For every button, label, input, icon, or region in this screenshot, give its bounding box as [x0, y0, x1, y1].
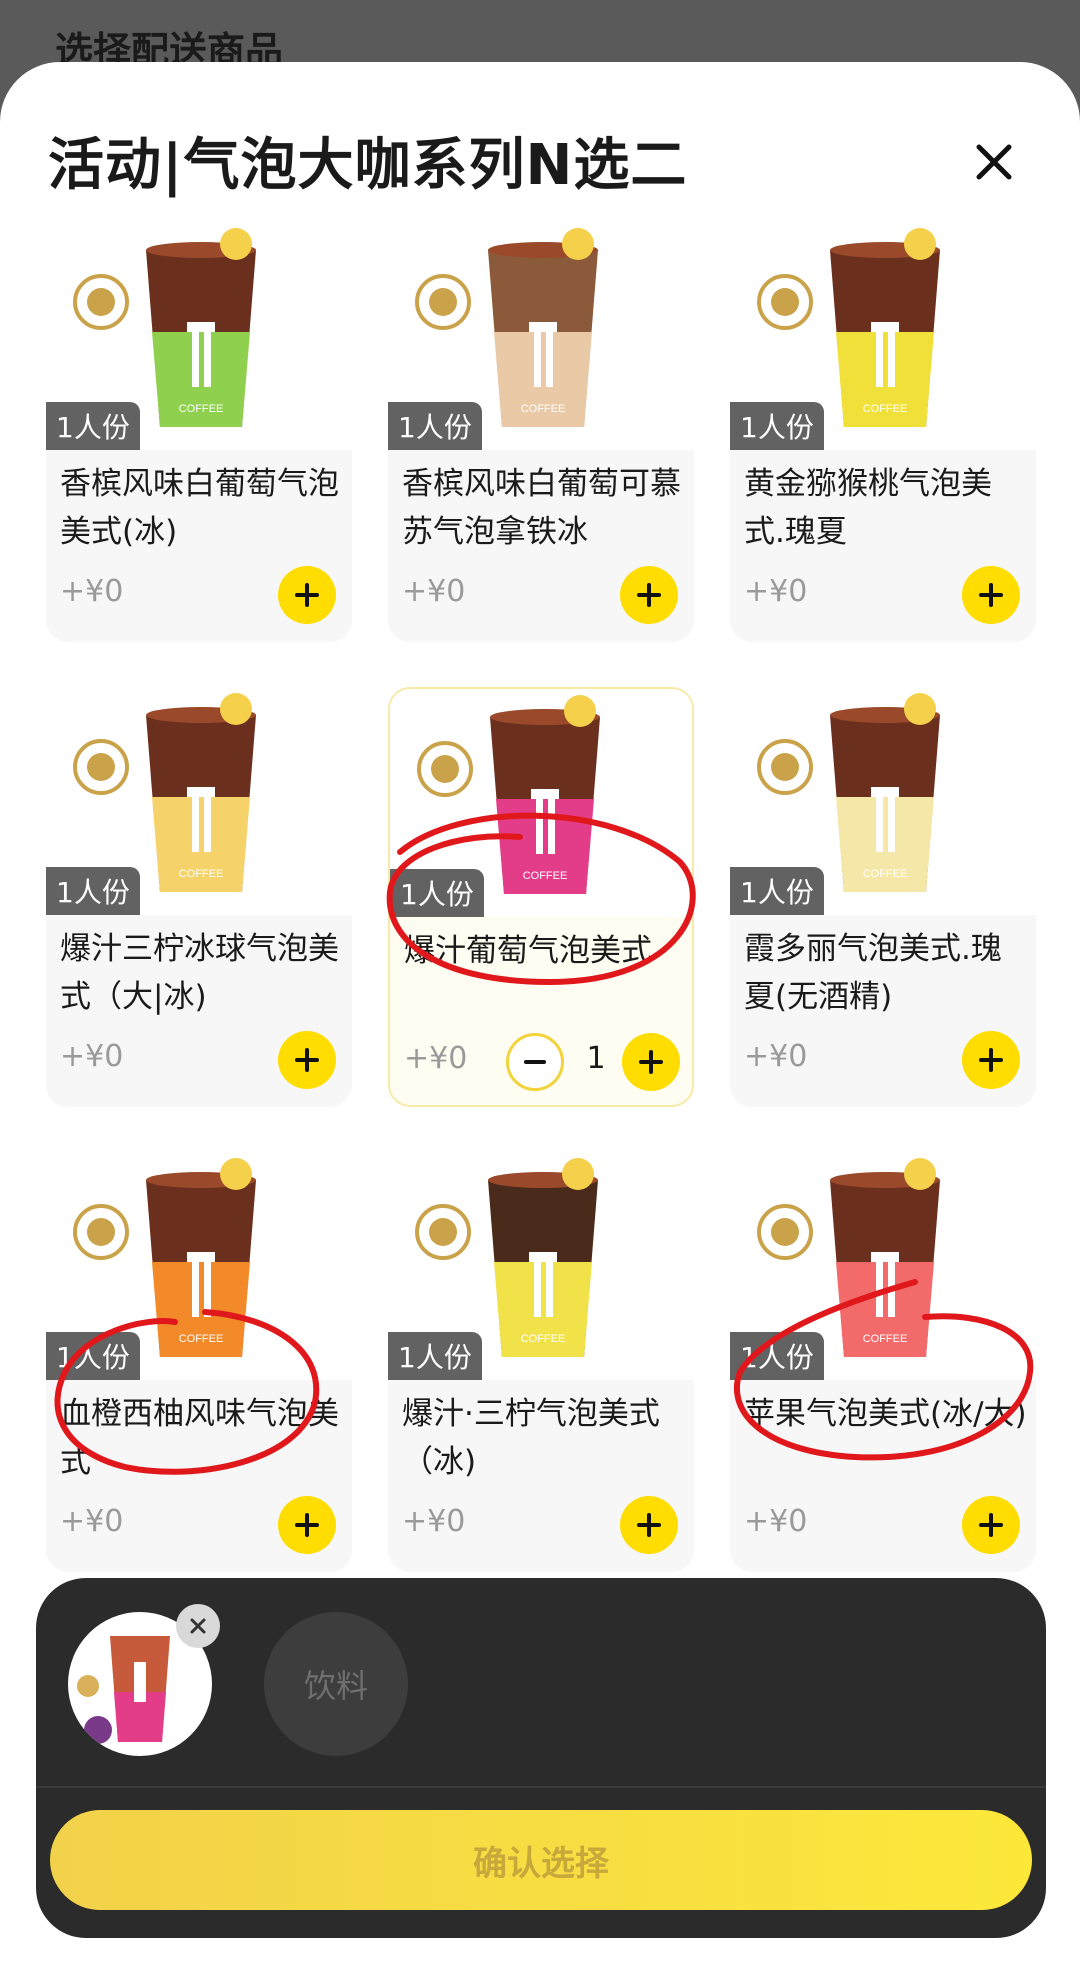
product-price: +¥0 [60, 1039, 124, 1074]
product-card[interactable]: COFFEE 1人份 霞多丽气泡美式.瑰夏(无酒精) +¥0 [730, 687, 1036, 1107]
add-to-selection-button[interactable] [278, 1031, 336, 1089]
product-price: +¥0 [60, 1504, 124, 1539]
serving-badge: 1人份 [46, 867, 140, 915]
plus-icon [637, 583, 661, 607]
product-card[interactable]: COFFEE 1人份 爆汁葡萄气泡美式 +¥0 1 [388, 687, 694, 1107]
serving-badge: 1人份 [388, 402, 482, 450]
close-icon [976, 144, 1012, 180]
product-card[interactable]: COFFEE 1人份 爆汁三柠冰球气泡美式（大|冰) +¥0 [46, 687, 352, 1107]
svg-text:COFFEE: COFFEE [863, 403, 908, 415]
product-card[interactable]: COFFEE 1人份 香槟风味白葡萄气泡美式(冰) +¥0 [46, 222, 352, 642]
plus-icon [979, 1048, 1003, 1072]
product-name: 霞多丽气泡美式.瑰夏(无酒精) [744, 931, 1002, 1015]
svg-text:COFFEE: COFFEE [179, 1333, 224, 1345]
add-to-selection-button[interactable] [278, 1496, 336, 1554]
product-card[interactable]: COFFEE 1人份 黄金猕猴桃气泡美式.瑰夏 +¥0 [730, 222, 1036, 642]
add-to-selection-button[interactable] [620, 566, 678, 624]
serving-badge: 1人份 [730, 402, 824, 450]
selection-bar: 饮料 确认选择 [36, 1578, 1046, 1938]
plus-icon [637, 1513, 661, 1537]
serving-badge: 1人份 [730, 867, 824, 915]
product-name: 爆汁葡萄气泡美式 [404, 933, 652, 969]
add-to-selection-button[interactable] [962, 1496, 1020, 1554]
product-price: +¥0 [744, 574, 808, 609]
svg-text:COFFEE: COFFEE [863, 1333, 908, 1345]
product-price: +¥0 [744, 1504, 808, 1539]
product-price: +¥0 [744, 1039, 808, 1074]
product-price: +¥0 [404, 1041, 468, 1076]
add-to-selection-button[interactable] [622, 1033, 680, 1091]
svg-text:COFFEE: COFFEE [863, 868, 908, 880]
sheet-title: 活动|气泡大咖系列N选二 [48, 133, 688, 198]
add-to-selection-button[interactable] [962, 566, 1020, 624]
remove-selected-button[interactable] [176, 1604, 220, 1648]
plus-icon [979, 583, 1003, 607]
product-name: 香槟风味白葡萄气泡美式(冰) [60, 466, 339, 550]
plus-icon [295, 583, 319, 607]
product-card[interactable]: COFFEE 1人份 爆汁·三柠气泡美式（冰) +¥0 [388, 1152, 694, 1572]
plus-icon [295, 1048, 319, 1072]
serving-badge: 1人份 [388, 1332, 482, 1380]
confirm-selection-button[interactable]: 确认选择 [50, 1810, 1032, 1910]
plus-icon [979, 1513, 1003, 1537]
divider [36, 1786, 1046, 1788]
product-card[interactable]: COFFEE 1人份 苹果气泡美式(冰/大) +¥0 [730, 1152, 1036, 1572]
serving-badge: 1人份 [390, 869, 484, 917]
product-price: +¥0 [402, 574, 466, 609]
product-price: +¥0 [60, 574, 124, 609]
close-button[interactable] [960, 128, 1028, 196]
product-name: 苹果气泡美式(冰/大) [744, 1396, 1027, 1432]
svg-text:COFFEE: COFFEE [179, 868, 224, 880]
product-name: 香槟风味白葡萄可慕苏气泡拿铁冰 [402, 466, 681, 550]
serving-badge: 1人份 [46, 1332, 140, 1380]
product-price: +¥0 [402, 1504, 466, 1539]
serving-badge: 1人份 [46, 402, 140, 450]
svg-text:COFFEE: COFFEE [521, 1333, 566, 1345]
quantity-value: 1 [586, 1041, 606, 1076]
add-to-selection-button[interactable] [962, 1031, 1020, 1089]
plus-icon [295, 1513, 319, 1537]
product-name: 黄金猕猴桃气泡美式.瑰夏 [744, 466, 992, 550]
svg-text:COFFEE: COFFEE [523, 870, 568, 882]
product-name: 血橙西柚风味气泡美式 [60, 1396, 339, 1480]
svg-text:COFFEE: COFFEE [521, 403, 566, 415]
product-card[interactable]: COFFEE 1人份 血橙西柚风味气泡美式 +¥0 [46, 1152, 352, 1572]
plus-icon [639, 1050, 663, 1074]
decrease-quantity-button[interactable] [506, 1033, 564, 1091]
add-to-selection-button[interactable] [278, 566, 336, 624]
close-icon [190, 1618, 206, 1634]
product-card[interactable]: COFFEE 1人份 香槟风味白葡萄可慕苏气泡拿铁冰 +¥0 [388, 222, 694, 642]
product-name: 爆汁三柠冰球气泡美式（大|冰) [60, 931, 339, 1015]
minus-icon [524, 1060, 546, 1064]
product-name: 爆汁·三柠气泡美式（冰) [402, 1396, 660, 1480]
serving-badge: 1人份 [730, 1332, 824, 1380]
empty-slot: 饮料 [264, 1612, 408, 1756]
add-to-selection-button[interactable] [620, 1496, 678, 1554]
svg-text:COFFEE: COFFEE [179, 403, 224, 415]
